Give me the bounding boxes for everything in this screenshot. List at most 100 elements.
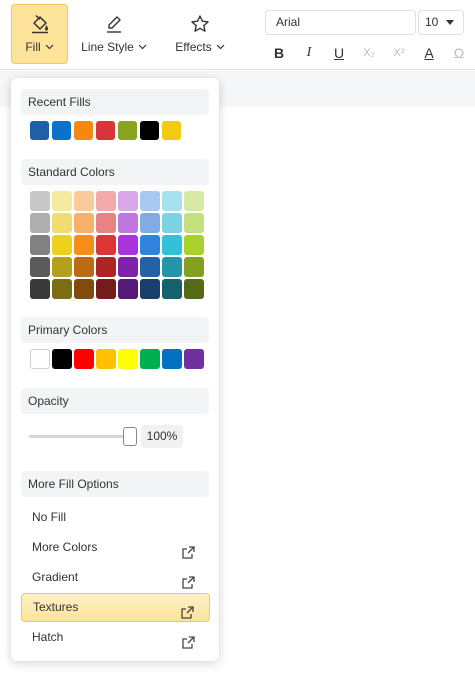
standard-color-swatch[interactable] [30,257,50,277]
fill-label: Fill [25,40,41,54]
superscript-button[interactable]: X² [384,42,414,64]
primary-color-swatch[interactable] [162,349,182,369]
recent-fill-swatch[interactable] [140,121,159,140]
standard-color-swatch[interactable] [96,191,116,211]
fill-option-label: Hatch [32,630,64,644]
standard-color-swatch[interactable] [118,257,138,277]
fill-option-label: More Colors [32,540,98,554]
fill-option-textures[interactable]: Textures [21,593,210,622]
standard-color-swatch[interactable] [184,257,204,277]
standard-color-swatch[interactable] [30,213,50,233]
primary-color-swatch[interactable] [140,349,160,369]
chevron-down-icon [216,44,225,50]
primary-color-swatch[interactable] [52,349,72,369]
standard-color-swatch[interactable] [52,213,72,233]
primary-color-swatch[interactable] [118,349,138,369]
effects-label: Effects [175,40,212,54]
bold-button[interactable]: B [264,42,294,64]
recent-fill-swatch[interactable] [30,121,49,140]
standard-color-swatch[interactable] [52,279,72,299]
fill-option-hatch[interactable]: Hatch [21,623,210,652]
standard-color-swatch[interactable] [30,279,50,299]
standard-color-swatch[interactable] [118,213,138,233]
star-icon [191,15,209,32]
fill-option-label: Textures [33,600,79,614]
italic-button[interactable]: I [294,42,324,64]
standard-color-swatch[interactable] [140,235,160,255]
standard-color-swatch[interactable] [184,213,204,233]
standard-color-swatch[interactable] [140,279,160,299]
fill-option-label: Gradient [32,570,79,584]
recent-fill-swatch[interactable] [118,121,137,140]
external-link-icon [182,631,195,660]
standard-color-swatch[interactable] [96,257,116,277]
paint-bucket-icon [31,14,48,34]
fill-dropdown-panel: Recent Fills Standard Colors Primary Col… [11,78,219,661]
standard-color-swatch[interactable] [52,235,72,255]
fill-option-gradient[interactable]: Gradient [21,563,210,592]
standard-color-swatch[interactable] [162,235,182,255]
font-size-value: 10 [425,15,439,29]
recent-fill-swatch[interactable] [74,121,93,140]
format-buttons: B I U X₂ X² A Ω [264,42,474,64]
standard-color-swatch[interactable] [96,279,116,299]
underline-button[interactable]: U [324,42,354,64]
primary-color-swatch[interactable] [96,349,116,369]
standard-color-swatch[interactable] [184,191,204,211]
font-family-input[interactable]: Arial [265,10,416,35]
recent-fill-swatch[interactable] [96,121,115,140]
standard-color-swatch[interactable] [74,279,94,299]
standard-color-swatch[interactable] [52,257,72,277]
standard-color-swatch[interactable] [96,235,116,255]
standard-color-swatch[interactable] [162,191,182,211]
standard-color-swatch[interactable] [184,279,204,299]
standard-color-swatch[interactable] [162,279,182,299]
toolbar: Fill Line Style Effects Arial 10 B I U X… [0,0,475,70]
standard-colors-header: Standard Colors [21,159,209,185]
fill-option-no-fill[interactable]: No Fill [21,503,210,532]
line-style-button[interactable]: Line Style [76,4,152,64]
recent-fill-swatch[interactable] [52,121,71,140]
caret-down-icon [446,20,455,25]
fill-button[interactable]: Fill [11,4,68,64]
line-style-label: Line Style [81,40,134,54]
primary-color-swatch[interactable] [30,349,50,369]
standard-color-swatch[interactable] [74,257,94,277]
chevron-down-icon [45,44,54,50]
standard-color-swatch[interactable] [74,213,94,233]
standard-color-swatch[interactable] [30,191,50,211]
standard-color-swatch[interactable] [162,257,182,277]
primary-color-swatch[interactable] [184,349,204,369]
standard-color-swatch[interactable] [118,279,138,299]
standard-color-swatch[interactable] [96,213,116,233]
standard-color-swatch[interactable] [140,213,160,233]
primary-color-swatch[interactable] [74,349,94,369]
recent-fills-header: Recent Fills [21,89,209,115]
font-size-select[interactable]: 10 [418,10,464,35]
standard-color-swatch[interactable] [118,191,138,211]
special-characters-button[interactable]: Ω [444,42,474,64]
more-fill-options-header: More Fill Options [21,471,209,497]
opacity-slider-thumb[interactable] [123,427,137,446]
fill-option-more-colors[interactable]: More Colors [21,533,210,562]
standard-color-swatch[interactable] [30,235,50,255]
standard-color-swatch[interactable] [140,257,160,277]
standard-color-swatch[interactable] [74,191,94,211]
recent-fill-swatch[interactable] [162,121,181,140]
font-color-button[interactable]: A [414,42,444,64]
effects-button[interactable]: Effects [166,4,234,64]
standard-color-swatch[interactable] [52,191,72,211]
primary-colors-header: Primary Colors [21,317,209,343]
standard-color-swatch[interactable] [118,235,138,255]
standard-color-swatch[interactable] [184,235,204,255]
standard-color-swatch[interactable] [140,191,160,211]
opacity-value[interactable]: 100% [141,425,183,448]
opacity-slider-track[interactable] [29,435,129,438]
subscript-button[interactable]: X₂ [354,42,384,64]
opacity-header: Opacity [21,388,209,414]
standard-color-swatch[interactable] [162,213,182,233]
pen-icon [107,16,121,33]
fill-option-label: No Fill [32,510,67,524]
standard-color-swatch[interactable] [74,235,94,255]
chevron-down-icon [138,44,147,50]
